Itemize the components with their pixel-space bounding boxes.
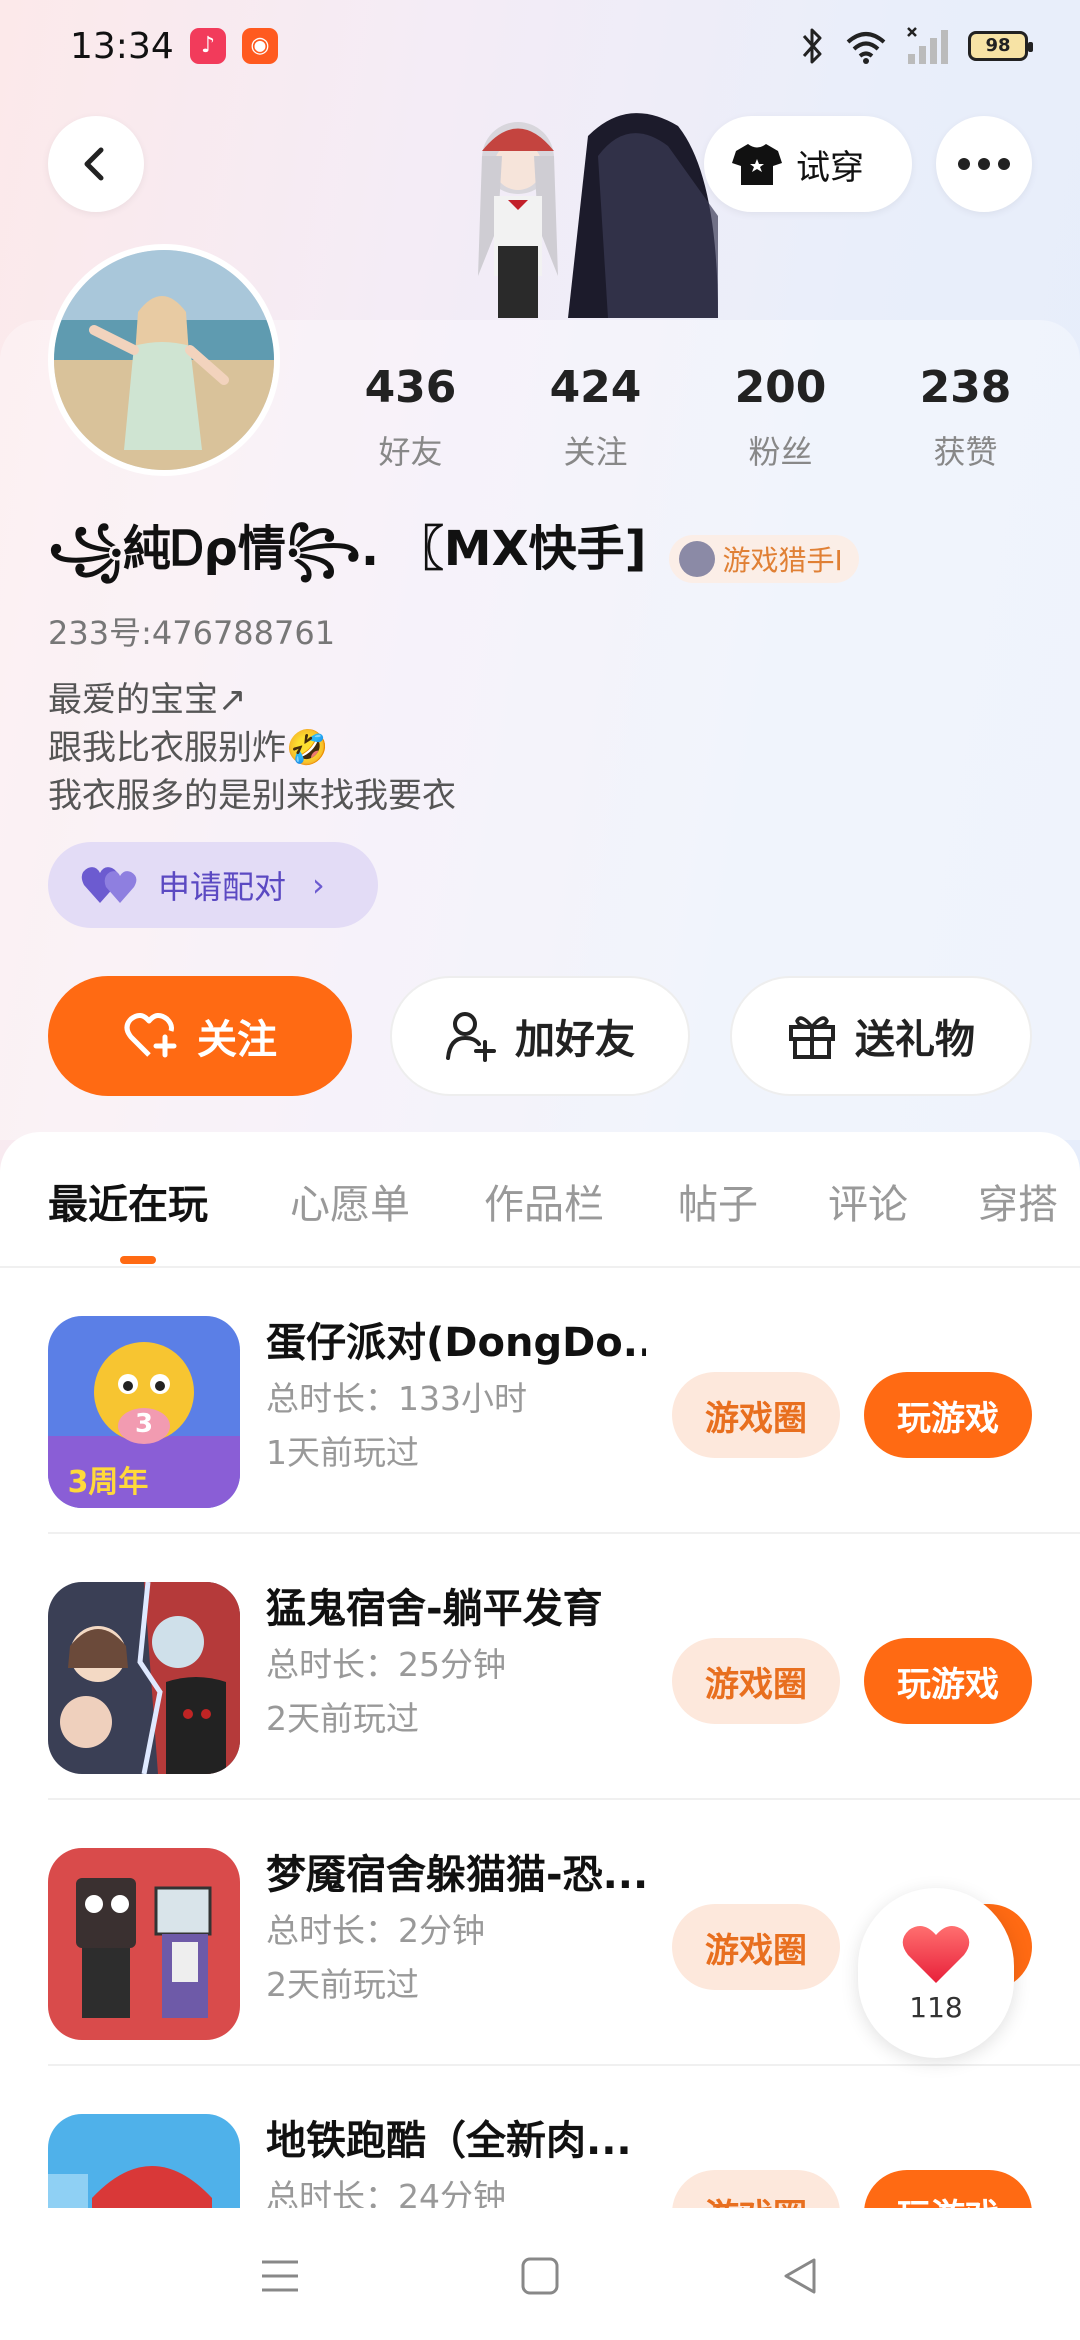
double-heart-icon [81, 867, 137, 903]
status-time: 13:34 [70, 26, 174, 67]
stat-label: 关注 [563, 433, 628, 471]
send-gift-label: 送礼物 [855, 1017, 975, 1063]
stat-value: 200 [734, 362, 827, 413]
tab-outfits[interactable]: 穿搭 [978, 1172, 1058, 1230]
tab-wishlist[interactable]: 心愿单 [290, 1172, 410, 1230]
add-friend-button[interactable]: 加好友 [390, 976, 690, 1096]
add-friend-label: 加好友 [515, 1017, 635, 1063]
game-icon-ghost-dorm [48, 1582, 240, 1774]
game-title: 梦魇宿舍躲猫猫-恐... [266, 1852, 646, 1898]
game-title: 蛋仔派对(DongDo... [266, 1320, 646, 1366]
stat-value: 424 [549, 362, 642, 413]
try-on-button[interactable]: 试穿 [704, 116, 912, 212]
chevron-left-icon [84, 147, 104, 181]
signal-icon [907, 27, 948, 64]
tab-comments[interactable]: 评论 [828, 1172, 908, 1230]
avatar[interactable] [48, 244, 280, 476]
avatar-photo [54, 250, 274, 470]
apply-match-button[interactable]: 申请配对 › [48, 842, 378, 928]
game-last-played: 1天前玩过 [266, 1433, 419, 1472]
try-on-label: 试穿 [796, 147, 864, 188]
game-icon-eggy-party: 3 3周年 [48, 1316, 240, 1508]
follow-button[interactable]: 关注 [48, 976, 352, 1096]
bio-line: 我衣服多的是别来找我要衣 [48, 776, 456, 816]
battery-icon: 98 [968, 31, 1033, 61]
stat-value: 238 [919, 362, 1012, 413]
game-duration: 总时长：25分钟 [266, 1645, 506, 1684]
send-gift-button[interactable]: 送礼物 [730, 976, 1032, 1096]
chevron-right-icon: › [312, 866, 325, 904]
icon-anniversary-label: 3周年 [68, 1465, 149, 1500]
stat-label: 好友 [378, 433, 443, 471]
follow-label: 关注 [197, 1017, 277, 1063]
tab-recently-played[interactable]: 最近在玩 [48, 1172, 208, 1230]
stat-label: 粉丝 [748, 433, 813, 471]
play-game-button[interactable]: 玩游戏 [864, 1638, 1032, 1724]
system-nav-bar [0, 2208, 1080, 2340]
stat-friends[interactable]: 436 好友 [318, 362, 503, 472]
stats-row: 436 好友 424 关注 200 粉丝 238 获赞 [318, 362, 1058, 472]
back-triangle-icon[interactable] [770, 2252, 830, 2300]
game-duration: 总时长：133小时 [266, 1379, 527, 1418]
game-circle-button[interactable]: 游戏圈 [672, 1372, 840, 1458]
floating-like-button[interactable]: 118 [858, 1888, 1014, 2058]
icon-digit: 3 [135, 1409, 153, 1439]
like-count: 118 [909, 1990, 963, 2024]
more-button[interactable] [936, 116, 1032, 212]
badge-label: 游戏猎手I [722, 544, 843, 577]
bio: 最爱的宝宝↗ 跟我比衣服别炸🤣 我衣服多的是别来找我要衣 [48, 676, 456, 820]
stat-value: 436 [364, 362, 457, 413]
home-square-icon[interactable] [510, 2252, 570, 2300]
action-row: 关注 加好友 送礼物 [48, 976, 1032, 1096]
tab-posts[interactable]: 帖子 [678, 1172, 758, 1230]
status-bar: 13:34 ♪ ◉ 98 [0, 0, 1080, 96]
music-app-icon: ♪ [190, 28, 226, 64]
user-id[interactable]: 233号:476788761 [48, 608, 335, 654]
heart-icon [902, 1925, 970, 1983]
game-circle-button[interactable]: 游戏圈 [672, 1904, 840, 1990]
name-row: ꧁純Ꭰρ情꧂. 〖MX快手] 游戏猎手I [48, 521, 859, 592]
badge-emblem-icon [678, 541, 715, 577]
add-user-icon [446, 1012, 496, 1062]
game-duration: 总时长：2分钟 [266, 1911, 485, 1950]
bluetooth-icon [802, 28, 822, 64]
heart-plus-icon [124, 1013, 177, 1058]
stat-fans[interactable]: 200 粉丝 [688, 362, 873, 472]
bio-line: 跟我比衣服别炸🤣 [48, 728, 329, 768]
nickname: ꧁純Ꭰρ情꧂. 〖MX快手] [48, 521, 647, 577]
back-button[interactable] [48, 116, 144, 212]
avatar-3d-figure [428, 96, 718, 318]
tab-works[interactable]: 作品栏 [484, 1172, 604, 1230]
more-dots-icon [958, 158, 1010, 170]
gift-icon [789, 1016, 835, 1059]
menu-icon[interactable] [250, 2252, 310, 2300]
battery-level: 98 [985, 35, 1011, 56]
kuaishou-app-icon: ◉ [242, 28, 278, 64]
tshirt-icon [732, 144, 782, 185]
stat-likes[interactable]: 238 获赞 [873, 362, 1058, 472]
status-icons: 98 [798, 26, 1033, 66]
game-circle-button[interactable]: 游戏圈 [672, 1638, 840, 1724]
stat-label: 获赞 [933, 433, 998, 471]
game-icon-nightmare-dorm [48, 1848, 240, 2040]
apply-match-label: 申请配对 [158, 868, 287, 906]
list-item[interactable]: 3 3周年 蛋仔派对(DongDo... 总时长：133小时 1天前玩过 游戏圈… [0, 1268, 1080, 1534]
list-item[interactable]: 猛鬼宿舍-躺平发育 总时长：25分钟 2天前玩过 游戏圈 玩游戏 [0, 1534, 1080, 1800]
title-badge[interactable]: 游戏猎手I [668, 535, 859, 583]
game-title: 地铁跑酷（全新肉... [266, 2118, 632, 2164]
tab-indicator [120, 1256, 156, 1264]
wifi-icon [846, 32, 886, 64]
bio-line: 最爱的宝宝↗ [48, 680, 247, 720]
game-last-played: 2天前玩过 [266, 1965, 419, 2004]
play-game-button[interactable]: 玩游戏 [864, 1372, 1032, 1458]
game-title: 猛鬼宿舍-躺平发育 [266, 1586, 603, 1632]
stat-following[interactable]: 424 关注 [503, 362, 688, 472]
game-last-played: 2天前玩过 [266, 1699, 419, 1738]
tab-bar: 最近在玩 心愿单 作品栏 帖子 评论 穿搭 [0, 1132, 1080, 1268]
